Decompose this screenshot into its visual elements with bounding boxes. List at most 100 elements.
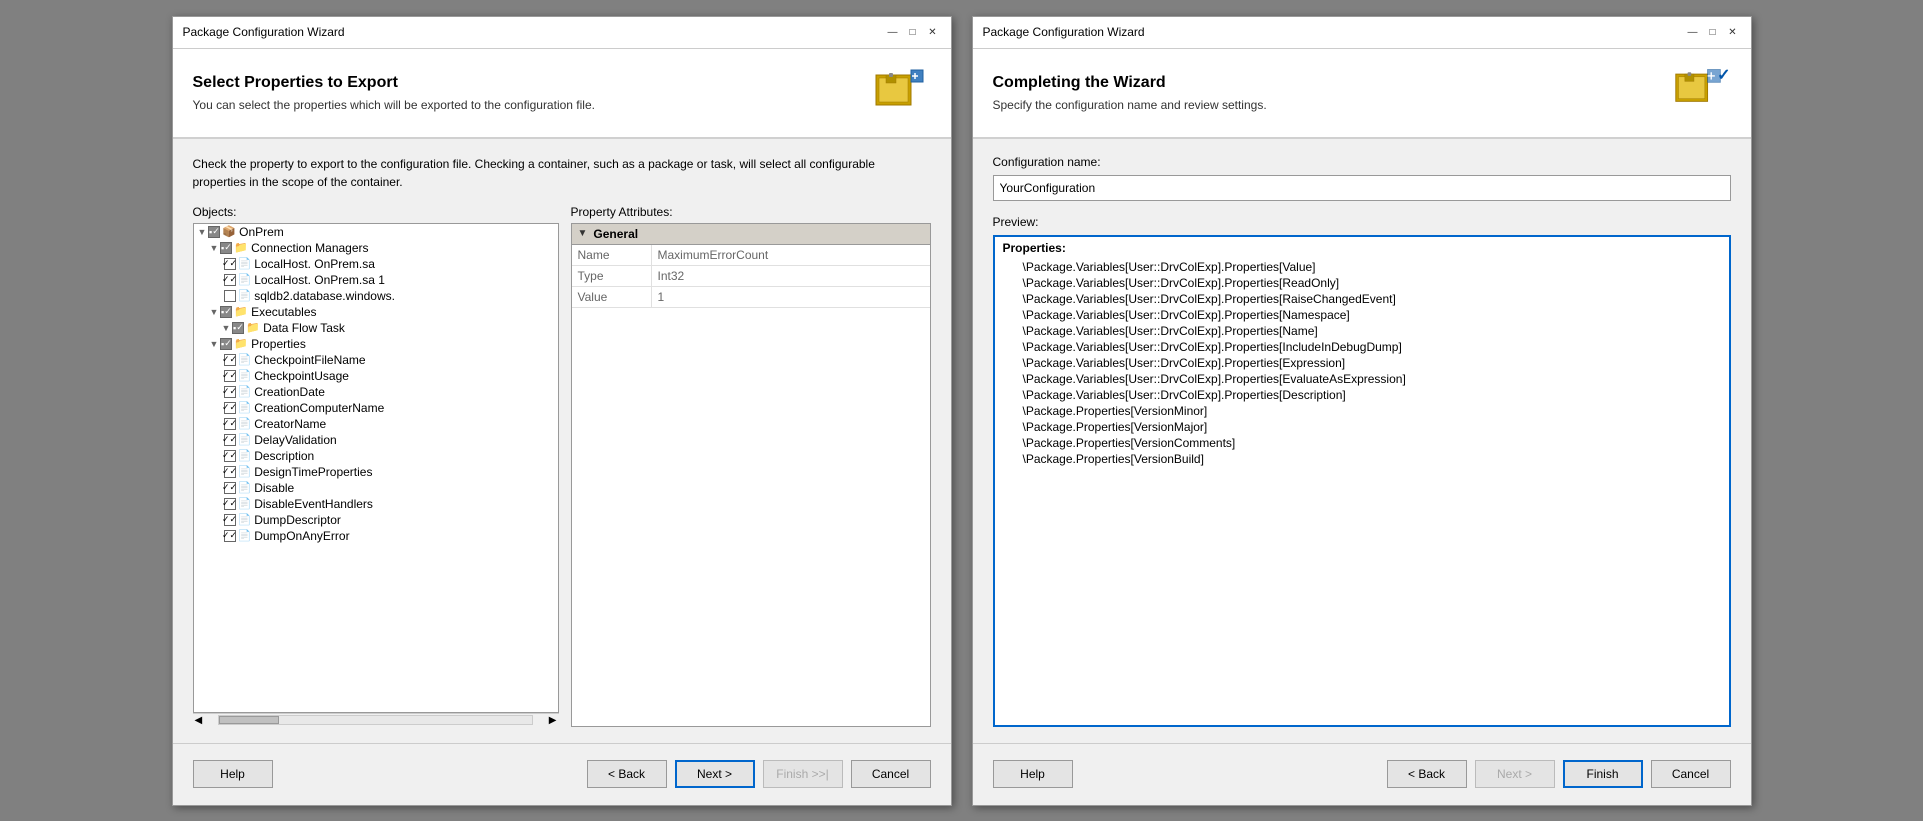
header-title-2: Completing the Wizard xyxy=(993,74,1267,92)
tree-item-label: CreatorName xyxy=(254,417,326,431)
tree-checkbox[interactable]: ✓ xyxy=(224,530,236,542)
tree-item-label: DisableEventHandlers xyxy=(254,497,373,511)
tree-checkbox[interactable]: ✓ xyxy=(224,370,236,382)
scroll-thumb-x[interactable] xyxy=(219,716,279,724)
tree-item[interactable]: ✓ 📄CreationComputerName xyxy=(194,400,558,416)
config-name-input[interactable] xyxy=(993,175,1731,201)
tree-item[interactable]: 📄sqldb2.database.windows. xyxy=(194,288,558,304)
expand-icon[interactable]: ▼ xyxy=(210,307,219,317)
tree-item[interactable]: ▼ ▪ 📦OnPrem xyxy=(194,224,558,240)
close-btn-2[interactable]: ✕ xyxy=(1725,24,1741,40)
tree-checkbox[interactable]: ✓ xyxy=(224,514,236,526)
preview-box[interactable]: Properties: \Package.Variables[User::Drv… xyxy=(993,235,1731,727)
scroll-x[interactable]: ◀ ▶ xyxy=(193,713,559,727)
tree-item[interactable]: ✓ 📄LocalHost. OnPrem.sa xyxy=(194,256,558,272)
wizard-header-2: Completing the Wizard Specify the config… xyxy=(973,49,1751,139)
tree-checkbox[interactable]: ✓ xyxy=(224,402,236,414)
checkmark-icon: ✓ xyxy=(1717,65,1730,85)
tree-item[interactable]: ▼ ▪ 📁Data Flow Task xyxy=(194,320,558,336)
tree-checkbox[interactable]: ✓ xyxy=(224,434,236,446)
tree-item[interactable]: ✓ 📄Description xyxy=(194,448,558,464)
tree-checkbox[interactable]: ✓ xyxy=(224,274,236,286)
tree-item-label: DelayValidation xyxy=(254,433,337,447)
expand-icon[interactable]: ▼ xyxy=(210,339,219,349)
tree-item[interactable]: ✓ 📄Disable xyxy=(194,480,558,496)
next-button-1[interactable]: Next > xyxy=(675,760,755,788)
tree-checkbox[interactable]: ▪ xyxy=(232,322,244,334)
wizard-footer-1: Help < Back Next > Finish >>| Cancel xyxy=(173,743,951,805)
tree-item[interactable]: ✓ 📄DelayValidation xyxy=(194,432,558,448)
tree-item[interactable]: ✓ 📄CheckpointUsage xyxy=(194,368,558,384)
collapse-general-btn[interactable]: ▼ xyxy=(578,228,588,239)
maximize-btn-1[interactable]: □ xyxy=(905,24,921,40)
node-icon: 📄 xyxy=(238,401,252,414)
maximize-btn-2[interactable]: □ xyxy=(1705,24,1721,40)
cancel-button-1[interactable]: Cancel xyxy=(851,760,931,788)
tree-checkbox[interactable]: ✓ xyxy=(224,450,236,462)
help-button-1[interactable]: Help xyxy=(193,760,273,788)
tree-checkbox[interactable]: ✓ xyxy=(224,386,236,398)
tree-item[interactable]: ✓ 📄LocalHost. OnPrem.sa 1 xyxy=(194,272,558,288)
tree-checkbox[interactable]: ✓ xyxy=(224,418,236,430)
property-label: Property Attributes: xyxy=(571,205,931,219)
scroll-right-btn[interactable]: ▶ xyxy=(547,715,559,726)
tree-checkbox[interactable]: ✓ xyxy=(224,258,236,270)
node-icon: 📄 xyxy=(238,465,252,478)
node-icon: 📄 xyxy=(238,433,252,446)
help-button-2[interactable]: Help xyxy=(993,760,1073,788)
prop-row: TypeInt32 xyxy=(572,266,930,287)
tree-item-label: CreationComputerName xyxy=(254,401,384,415)
node-icon: 📁 xyxy=(234,337,248,350)
tree-checkbox[interactable]: ▪ xyxy=(208,226,220,238)
tree-item[interactable]: ✓ 📄CheckpointFileName xyxy=(194,352,558,368)
tree-checkbox[interactable] xyxy=(224,290,236,302)
tree-item[interactable]: ▼ ▪ 📁Properties xyxy=(194,336,558,352)
tree-item[interactable]: ✓ 📄DesignTimeProperties xyxy=(194,464,558,480)
preview-line: \Package.Variables[User::DrvColExp].Prop… xyxy=(1003,307,1721,323)
title-bar-1: Package Configuration Wizard — □ ✕ xyxy=(173,17,951,49)
tree-checkbox[interactable]: ✓ xyxy=(224,466,236,478)
expand-icon[interactable]: ▼ xyxy=(210,243,219,253)
tree-checkbox[interactable]: ▪ xyxy=(220,306,232,318)
tree-item-label: Properties xyxy=(251,337,306,351)
close-btn-1[interactable]: ✕ xyxy=(925,24,941,40)
tree-checkbox[interactable]: ✓ xyxy=(224,482,236,494)
tree-item[interactable]: ✓ 📄DisableEventHandlers xyxy=(194,496,558,512)
finish-button-2[interactable]: Finish xyxy=(1563,760,1643,788)
tree-item[interactable]: ✓ 📄DumpDescriptor xyxy=(194,512,558,528)
tree-checkbox[interactable]: ✓ xyxy=(224,498,236,510)
tree-item-label: Disable xyxy=(254,481,294,495)
tree-item[interactable]: ▼ ▪ 📁Connection Managers xyxy=(194,240,558,256)
preview-label: Preview: xyxy=(993,215,1731,229)
preview-line: \Package.Variables[User::DrvColExp].Prop… xyxy=(1003,323,1721,339)
scroll-track-x[interactable] xyxy=(218,715,533,725)
preview-line: \Package.Variables[User::DrvColExp].Prop… xyxy=(1003,371,1721,387)
minimize-btn-1[interactable]: — xyxy=(885,24,901,40)
minimize-btn-2[interactable]: — xyxy=(1685,24,1701,40)
node-icon: 📄 xyxy=(238,289,252,302)
tree-item-label: DesignTimeProperties xyxy=(254,465,372,479)
tree-item[interactable]: ✓ 📄DumpOnAnyError xyxy=(194,528,558,544)
preview-line: \Package.Properties[VersionMinor] xyxy=(1003,403,1721,419)
preview-line: \Package.Variables[User::DrvColExp].Prop… xyxy=(1003,387,1721,403)
prop-name-cell: Value xyxy=(572,287,652,307)
tree-container[interactable]: ▼ ▪ 📦OnPrem▼ ▪ 📁Connection Managers ✓ 📄L… xyxy=(193,223,559,713)
node-icon: 📄 xyxy=(238,369,252,382)
tree-checkbox[interactable]: ▪ xyxy=(220,242,232,254)
package-icon-1 xyxy=(871,65,926,115)
node-icon: 📄 xyxy=(238,449,252,462)
cancel-button-2[interactable]: Cancel xyxy=(1651,760,1731,788)
expand-icon[interactable]: ▼ xyxy=(198,227,207,237)
back-button-1[interactable]: < Back xyxy=(587,760,667,788)
tree-checkbox[interactable]: ▪ xyxy=(220,338,232,350)
expand-icon[interactable]: ▼ xyxy=(222,323,231,333)
scroll-left-btn[interactable]: ◀ xyxy=(193,715,205,726)
tree-item[interactable]: ✓ 📄CreatorName xyxy=(194,416,558,432)
tree-item[interactable]: ▼ ▪ 📁Executables xyxy=(194,304,558,320)
back-button-2[interactable]: < Back xyxy=(1387,760,1467,788)
tree-item-label: LocalHost. OnPrem.sa 1 xyxy=(254,273,385,287)
tree-item[interactable]: ✓ 📄CreationDate xyxy=(194,384,558,400)
tree-checkbox[interactable]: ✓ xyxy=(224,354,236,366)
preview-container: Properties: \Package.Variables[User::Drv… xyxy=(993,235,1731,727)
tree-item-label: Executables xyxy=(251,305,316,319)
